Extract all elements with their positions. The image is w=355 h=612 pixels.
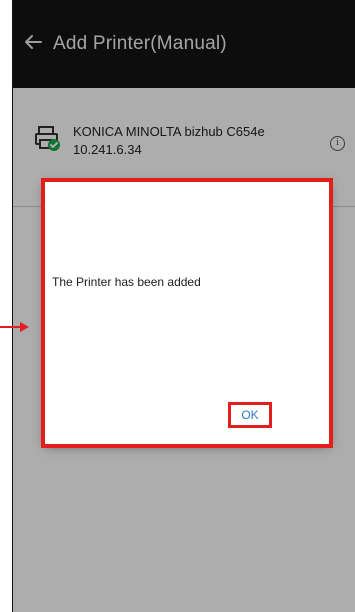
success-dialog: The Printer has been added OK — [41, 178, 333, 448]
ok-button[interactable]: OK — [228, 402, 272, 428]
screen: Add Printer(Manual) KONICA MINOLTA bizhu… — [0, 0, 355, 612]
annotation-arrow-icon — [0, 322, 29, 332]
dialog-message: The Printer has been added — [52, 275, 201, 289]
